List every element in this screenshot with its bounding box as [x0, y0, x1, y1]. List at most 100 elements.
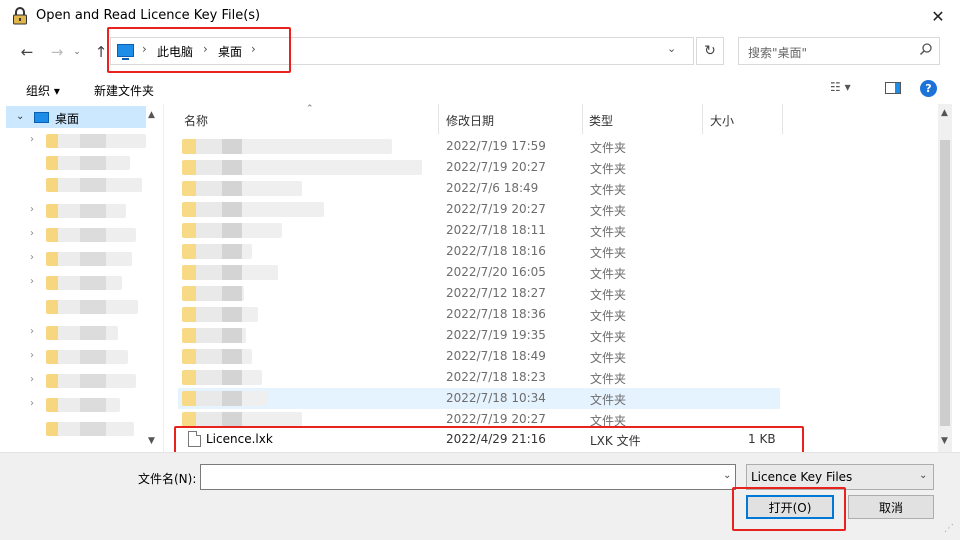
row-date: 2022/7/18 18:16 — [446, 244, 546, 258]
filename-input[interactable]: ⌄ — [200, 464, 736, 490]
scroll-down-icon[interactable]: ▼ — [148, 436, 155, 446]
close-button[interactable]: ✕ — [916, 0, 960, 32]
recent-locations-button[interactable]: ⌄ — [70, 41, 84, 63]
row-type: 文件夹 — [590, 183, 627, 197]
folder-name-blurred — [182, 139, 392, 154]
chevron-right-icon[interactable]: › — [30, 350, 34, 361]
nav-item-blurred[interactable] — [46, 374, 136, 388]
folder-name-blurred — [182, 265, 278, 280]
folder-row[interactable]: 2022/7/19 17:59 文件夹 — [178, 136, 780, 157]
folder-row[interactable]: 2022/7/19 20:27 文件夹 — [178, 157, 780, 178]
vertical-scrollbar[interactable]: ▲ ▼ — [938, 104, 952, 452]
view-options-button[interactable]: ☷ ▾ — [830, 80, 851, 94]
folder-row[interactable]: 2022/7/18 10:34 文件夹 — [178, 388, 780, 409]
nav-item-blurred[interactable] — [46, 350, 128, 364]
row-type: 文件夹 — [590, 288, 627, 302]
folder-row[interactable]: 2022/7/19 20:27 文件夹 — [178, 199, 780, 220]
folder-name-blurred — [182, 244, 252, 259]
nav-item-blurred[interactable] — [46, 422, 134, 436]
folder-row[interactable]: 2022/7/12 18:27 文件夹 — [178, 283, 780, 304]
back-button[interactable]: ← — [16, 41, 38, 63]
folder-row[interactable]: 2022/7/18 18:11 文件夹 — [178, 220, 780, 241]
scrollbar-thumb[interactable] — [940, 140, 950, 426]
column-divider[interactable] — [702, 104, 703, 134]
filename-label: 文件名(N): — [138, 472, 197, 486]
nav-item-blurred[interactable] — [46, 300, 138, 314]
scroll-up-icon[interactable]: ▲ — [148, 110, 155, 120]
folder-row[interactable]: 2022/7/18 18:16 文件夹 — [178, 241, 780, 262]
folder-row[interactable]: 2022/7/18 18:23 文件夹 — [178, 367, 780, 388]
folder-name-blurred — [182, 223, 282, 238]
chevron-down-icon[interactable]: ⌄ — [667, 42, 676, 55]
column-header-size[interactable]: 大小 — [710, 112, 734, 129]
nav-item-blurred[interactable] — [46, 156, 130, 170]
row-type: 文件夹 — [590, 393, 627, 407]
folder-row[interactable]: 2022/7/18 18:36 文件夹 — [178, 304, 780, 325]
toolbar: 组织 ▾ 新建文件夹 ☷ ▾ ? — [0, 74, 960, 104]
column-header-type[interactable]: 类型 — [589, 112, 613, 129]
row-date: 2022/7/19 19:35 — [446, 328, 546, 342]
nav-item-blurred[interactable] — [46, 252, 132, 266]
nav-item-blurred[interactable] — [46, 178, 142, 192]
forward-button[interactable]: → — [46, 41, 68, 63]
row-type: 文件夹 — [590, 141, 627, 155]
chevron-right-icon[interactable]: › — [30, 204, 34, 215]
chevron-right-icon[interactable]: › — [30, 326, 34, 337]
folder-name-blurred — [182, 202, 324, 217]
row-date: 2022/7/18 18:36 — [446, 307, 546, 321]
folder-name-blurred — [182, 286, 244, 301]
row-type: 文件夹 — [590, 330, 627, 344]
preview-pane-icon[interactable] — [885, 82, 901, 94]
column-divider[interactable] — [782, 104, 783, 134]
row-type: 文件夹 — [590, 162, 627, 176]
chevron-down-icon[interactable]: ⌄ — [16, 111, 24, 122]
chevron-down-icon[interactable]: ⌄ — [723, 470, 731, 481]
scroll-down-icon[interactable]: ▼ — [941, 436, 948, 446]
resize-grip-icon[interactable]: ⋰ — [944, 523, 954, 534]
folder-row[interactable]: 2022/7/20 16:05 文件夹 — [178, 262, 780, 283]
chevron-right-icon[interactable]: › — [30, 276, 34, 287]
help-button[interactable]: ? — [920, 80, 937, 97]
chevron-right-icon[interactable]: › — [30, 252, 34, 263]
search-input[interactable]: 搜索"桌面" — [738, 37, 940, 65]
chevron-down-icon: ⌄ — [919, 470, 928, 481]
row-type: 文件夹 — [590, 246, 627, 260]
nav-item-blurred[interactable] — [46, 398, 120, 412]
row-type: 文件夹 — [590, 372, 627, 386]
organize-button[interactable]: 组织 ▾ — [26, 82, 60, 99]
filetype-value: Licence Key Files — [751, 470, 853, 484]
folder-row[interactable]: 2022/7/19 19:35 文件夹 — [178, 325, 780, 346]
window-title: Open and Read Licence Key File(s) — [36, 8, 261, 23]
nav-item-blurred[interactable] — [46, 276, 122, 290]
folder-row[interactable]: 2022/7/18 18:49 文件夹 — [178, 346, 780, 367]
nav-item-blurred[interactable] — [46, 228, 136, 242]
nav-item-blurred[interactable] — [46, 326, 118, 340]
row-type: 文件夹 — [590, 204, 627, 218]
chevron-right-icon[interactable]: › — [30, 134, 34, 145]
folder-name-blurred — [182, 370, 262, 385]
folder-name-blurred — [182, 328, 246, 343]
sort-ascending-icon: ⌃ — [306, 104, 314, 114]
folder-name-blurred — [182, 307, 258, 322]
chevron-right-icon[interactable]: › — [30, 374, 34, 385]
column-header-name[interactable]: 名称 — [184, 112, 208, 129]
scroll-up-icon[interactable]: ▲ — [941, 108, 948, 118]
row-date: 2022/7/18 10:34 — [446, 391, 546, 405]
refresh-button[interactable]: ↻ — [696, 37, 724, 65]
nav-item-desktop[interactable]: ⌄ 桌面 — [6, 106, 146, 128]
column-header-date[interactable]: 修改日期 — [446, 112, 494, 129]
cancel-button[interactable]: 取消 — [848, 495, 934, 519]
licence-file-highlight — [174, 426, 804, 454]
nav-item-blurred[interactable] — [46, 204, 126, 218]
breadcrumb-highlight — [107, 27, 291, 73]
folder-row[interactable]: 2022/7/6 18:49 文件夹 — [178, 178, 780, 199]
chevron-right-icon[interactable]: › — [30, 398, 34, 409]
column-divider[interactable] — [582, 104, 583, 134]
nav-item-blurred[interactable] — [46, 134, 146, 148]
navigation-pane: ⌄ 桌面 › › › › › › › › › ▲ ▼ — [0, 104, 164, 452]
column-divider[interactable] — [438, 104, 439, 134]
chevron-right-icon[interactable]: › — [30, 228, 34, 239]
row-date: 2022/7/18 18:49 — [446, 349, 546, 363]
row-date: 2022/7/20 16:05 — [446, 265, 546, 279]
new-folder-button[interactable]: 新建文件夹 — [94, 82, 154, 99]
